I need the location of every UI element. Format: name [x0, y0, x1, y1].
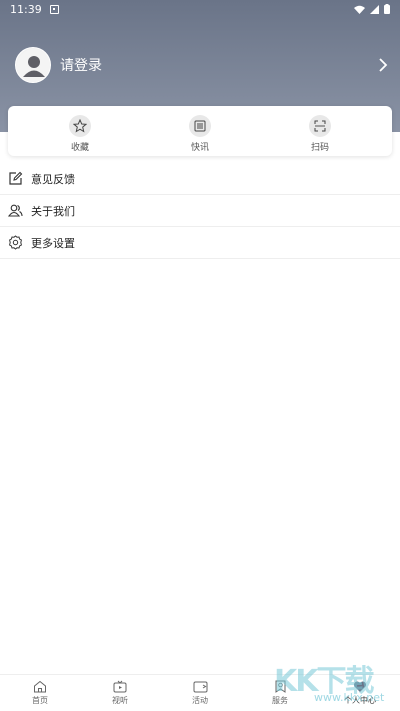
gear-icon: [9, 235, 22, 250]
users-icon: [8, 204, 23, 217]
tv-icon: [113, 680, 127, 693]
settings-menu: 意见反馈 关于我们 更多设置: [0, 163, 400, 259]
edit-feedback-icon: [9, 171, 23, 185]
wifi-icon: [354, 5, 365, 14]
avatar[interactable]: [15, 47, 51, 83]
bookmark-icon: [275, 680, 285, 693]
tab-label: 首页: [32, 696, 48, 705]
battery-icon: [384, 4, 390, 14]
tab-profile[interactable]: 个人中心: [320, 675, 400, 711]
home-icon: [34, 680, 46, 693]
menu-item-label: 关于我们: [31, 204, 75, 218]
menu-item-label: 更多设置: [31, 236, 75, 250]
news-list-icon: [189, 115, 211, 137]
default-avatar-icon: [17, 49, 50, 82]
quick-actions-card: 收藏 快讯 扫码: [8, 106, 392, 156]
tab-activities[interactable]: 活动: [160, 675, 240, 711]
scan-icon: [309, 115, 331, 137]
menu-item-about[interactable]: 关于我们: [0, 195, 400, 227]
star-icon: [69, 115, 91, 137]
tab-services[interactable]: 服务: [240, 675, 320, 711]
menu-item-settings[interactable]: 更多设置: [0, 227, 400, 259]
quick-action-scan[interactable]: 扫码: [295, 106, 345, 156]
tab-label: 服务: [272, 696, 288, 705]
video-camera-icon: [193, 681, 207, 693]
menu-item-feedback[interactable]: 意见反馈: [0, 163, 400, 195]
notification-icon: [49, 4, 59, 14]
heart-icon: [353, 681, 367, 692]
tab-label: 个人中心: [344, 696, 376, 705]
quick-action-label: 扫码: [310, 143, 329, 153]
quick-action-news[interactable]: 快讯: [175, 106, 225, 156]
tab-home[interactable]: 首页: [0, 675, 80, 711]
signal-icon: [370, 4, 379, 14]
login-row[interactable]: 请登录: [15, 46, 390, 84]
tab-label: 视听: [112, 696, 128, 705]
bottom-tab-bar: 首页 视听 活动 服务 个人中心: [0, 674, 400, 711]
status-time: 11:39: [10, 2, 42, 16]
chevron-right-icon[interactable]: [378, 57, 388, 73]
tab-audiovisual[interactable]: 视听: [80, 675, 160, 711]
login-prompt[interactable]: 请登录: [60, 55, 102, 75]
status-bar: 11:39: [0, 0, 400, 18]
quick-action-label: 收藏: [70, 143, 89, 153]
menu-item-label: 意见反馈: [31, 172, 75, 186]
quick-action-favorites[interactable]: 收藏: [55, 106, 105, 156]
tab-label: 活动: [192, 696, 208, 705]
quick-action-label: 快讯: [190, 143, 209, 153]
